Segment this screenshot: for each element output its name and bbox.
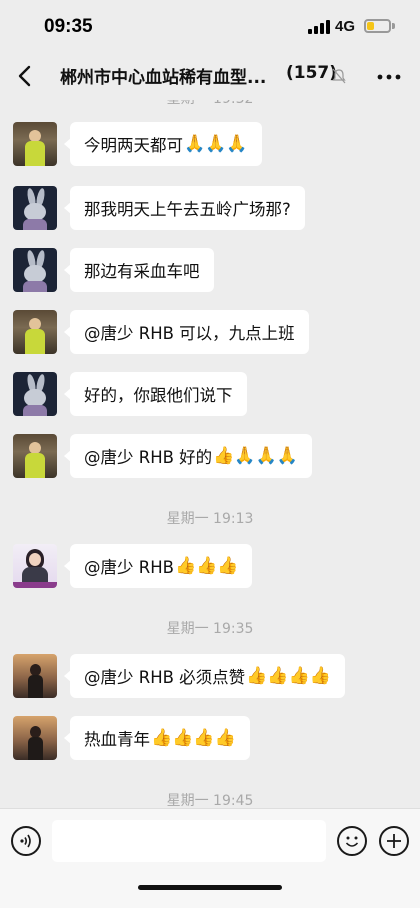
battery-icon	[364, 19, 391, 33]
signal-icon	[308, 20, 330, 34]
avatar[interactable]	[13, 372, 57, 416]
message-text: 热血青年	[84, 730, 150, 749]
message-row: 那我明天上午去五岭广场那?	[0, 186, 420, 232]
message-row: @唐少 RHB 好的 👍🙏🙏🙏	[0, 434, 420, 480]
battery-cap	[392, 23, 395, 29]
message-bubble[interactable]: 那我明天上午去五岭广场那?	[64, 186, 305, 230]
message-text: 好的，你跟他们说下	[84, 386, 233, 405]
avatar[interactable]	[13, 122, 57, 166]
chat-header: 郴州市中心血站稀有血型... (157)	[0, 52, 420, 100]
more-dots-icon[interactable]	[377, 74, 401, 80]
time-divider: 星期一 19:13	[166, 511, 254, 527]
time-divider: 星期一 19:35	[166, 621, 254, 637]
message-row: 热血青年 👍👍👍👍	[0, 716, 420, 762]
message-row: @唐少 RHB 可以，九点上班	[0, 310, 420, 356]
message-row: 那边有采血车吧	[0, 248, 420, 294]
message-text: @唐少 RHB 好的	[84, 448, 213, 467]
status-time: 09:35	[44, 16, 93, 37]
message-text: @唐少 RHB 必须点赞	[84, 668, 246, 687]
message-text: @唐少 RHB 可以，九点上班	[84, 324, 295, 343]
home-indicator[interactable]	[138, 885, 282, 890]
avatar[interactable]	[13, 434, 57, 478]
avatar[interactable]	[13, 654, 57, 698]
avatar[interactable]	[13, 544, 57, 588]
emoji-icon[interactable]	[337, 826, 367, 856]
message-row: @唐少 RHB 必须点赞 👍👍👍👍	[0, 654, 420, 700]
message-text: 那我明天上午去五岭广场那?	[84, 200, 291, 219]
voice-icon[interactable]	[11, 826, 41, 856]
message-bubble[interactable]: @唐少 RHB 必须点赞 👍👍👍👍	[64, 654, 345, 698]
message-bubble[interactable]: 今明两天都可 🙏🙏🙏	[64, 122, 262, 166]
message-bubble[interactable]: 那边有采血车吧	[64, 248, 214, 292]
emoji-thumbs-up-icon: 👍👍👍👍	[246, 666, 331, 686]
time-divider: 星期一 19:45	[166, 793, 254, 808]
emoji-thumbs-up-icon: 👍👍👍👍	[151, 728, 236, 748]
mute-bell-icon	[332, 68, 346, 84]
message-row: 今明两天都可 🙏🙏🙏	[0, 122, 420, 168]
message-row: @唐少 RHB 👍👍👍	[0, 544, 420, 590]
emoji-pray-icon: 🙏🙏🙏	[184, 134, 248, 154]
message-text: 今明两天都可	[84, 136, 183, 155]
message-bubble[interactable]: @唐少 RHB 好的 👍🙏🙏🙏	[64, 434, 312, 478]
back-chevron-icon[interactable]	[14, 62, 36, 90]
emoji-thumbs-pray-icon: 👍🙏🙏🙏	[213, 446, 298, 466]
message-bubble[interactable]: @唐少 RHB 👍👍👍	[63, 544, 253, 588]
member-count: (157)	[286, 63, 338, 83]
avatar[interactable]	[13, 248, 57, 292]
message-input[interactable]	[52, 820, 326, 862]
message-bubble[interactable]: 热血青年 👍👍👍👍	[64, 716, 250, 760]
message-row: 好的，你跟他们说下	[0, 372, 420, 418]
battery-level	[367, 22, 374, 30]
message-text: @唐少 RHB	[84, 558, 174, 577]
network-label: 4G	[335, 18, 356, 35]
chat-area[interactable]: 星期一 19:32 今明两天都可🙏🙏🙏 那我明天上午去五岭广场那? 那边有采血车…	[0, 100, 420, 808]
time-divider: 星期一 19:32	[0, 100, 420, 108]
message-bubble[interactable]: 好的，你跟他们说下	[64, 372, 247, 416]
message-bubble[interactable]: @唐少 RHB 可以，九点上班	[64, 310, 309, 354]
avatar[interactable]	[13, 310, 57, 354]
status-bar: 09:35 4G	[0, 0, 420, 52]
input-bar	[0, 808, 420, 908]
message-text: 那边有采血车吧	[84, 262, 200, 281]
emoji-thumbs-up-icon: 👍👍👍	[174, 556, 239, 576]
plus-icon[interactable]	[379, 826, 409, 856]
avatar[interactable]	[13, 716, 57, 760]
avatar[interactable]	[13, 186, 57, 230]
